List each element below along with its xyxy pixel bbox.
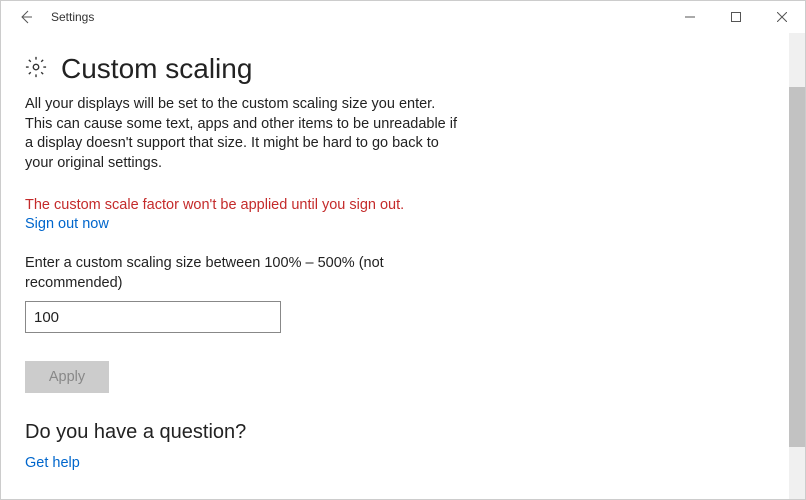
close-button[interactable] (759, 1, 805, 33)
scaling-input[interactable] (25, 301, 281, 333)
close-icon (777, 12, 787, 22)
heading-row: Custom scaling (25, 53, 781, 85)
minimize-button[interactable] (667, 1, 713, 33)
arrow-left-icon (17, 9, 33, 25)
sign-out-link[interactable]: Sign out now (25, 216, 109, 232)
minimize-icon (685, 12, 695, 22)
description-text: All your displays will be set to the cus… (25, 95, 465, 173)
apply-button[interactable]: Apply (25, 361, 109, 393)
maximize-icon (731, 12, 741, 22)
window-title: Settings (51, 10, 94, 24)
gear-icon (25, 56, 47, 83)
window-controls (667, 1, 805, 33)
input-label: Enter a custom scaling size between 100%… (25, 254, 405, 293)
get-help-link[interactable]: Get help (25, 455, 80, 471)
titlebar: Settings (1, 1, 805, 33)
page-title: Custom scaling (61, 53, 252, 85)
maximize-button[interactable] (713, 1, 759, 33)
warning-text: The custom scale factor won't be applied… (25, 197, 781, 213)
question-heading: Do you have a question? (25, 421, 781, 444)
back-button[interactable] (9, 1, 41, 33)
content-area: Custom scaling All your displays will be… (1, 33, 805, 499)
